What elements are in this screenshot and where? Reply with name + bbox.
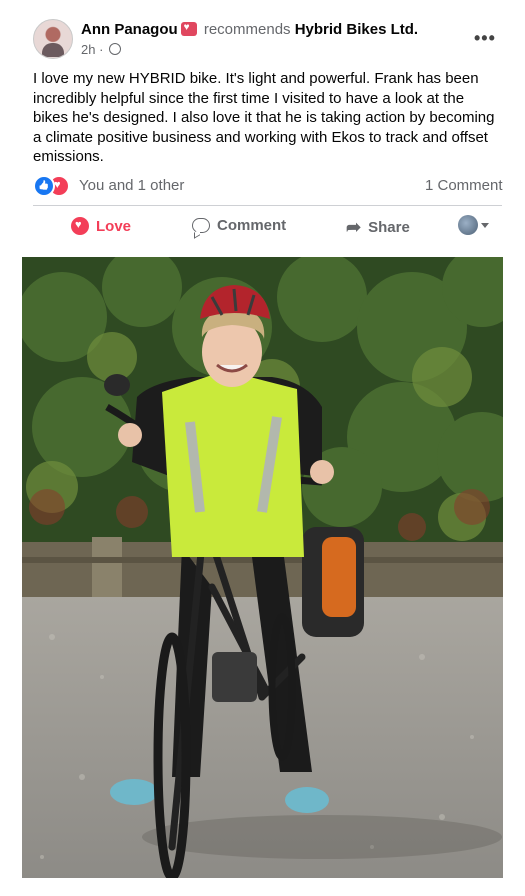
comment-count-link[interactable]: 1 Comment (425, 177, 503, 194)
action-bar: Love Comment ➦ Share (33, 206, 502, 248)
more-options-icon[interactable]: ••• (474, 28, 496, 49)
share-label: Share (368, 219, 410, 236)
love-icon (71, 217, 89, 235)
author-avatar[interactable] (33, 19, 73, 59)
post-meta: 2h · (81, 42, 122, 57)
post-body: I love my new HYBRID bike. It's light an… (33, 70, 495, 165)
audience-avatar (458, 215, 478, 235)
author-name[interactable]: Ann Panagou (81, 21, 178, 38)
reaction-summary[interactable]: You and 1 other (79, 177, 184, 194)
recommends-label: recommends (203, 21, 291, 38)
page-name-link[interactable]: Hybrid Bikes Ltd. (295, 21, 418, 38)
post-title-line: Ann Panagou recommends Hybrid Bikes Ltd. (81, 21, 418, 38)
love-button[interactable]: Love (71, 217, 131, 235)
post-photo[interactable] (22, 257, 503, 878)
post-header: Ann Panagou recommends Hybrid Bikes Ltd.… (0, 0, 525, 64)
photo-illustration (22, 257, 503, 878)
comment-label: Comment (217, 217, 287, 234)
love-label: Love (96, 217, 132, 235)
recommend-badge-icon (180, 22, 197, 36)
audience-selector[interactable] (458, 215, 489, 235)
share-button[interactable]: ➦ Share (346, 217, 410, 238)
comment-button[interactable]: Comment (192, 217, 286, 234)
like-reaction-icon (33, 175, 55, 197)
globe-icon (109, 43, 122, 55)
comment-icon (192, 218, 210, 233)
share-icon: ➦ (346, 217, 362, 237)
caret-down-icon (481, 222, 489, 228)
post-time[interactable]: 2h · (81, 42, 103, 57)
